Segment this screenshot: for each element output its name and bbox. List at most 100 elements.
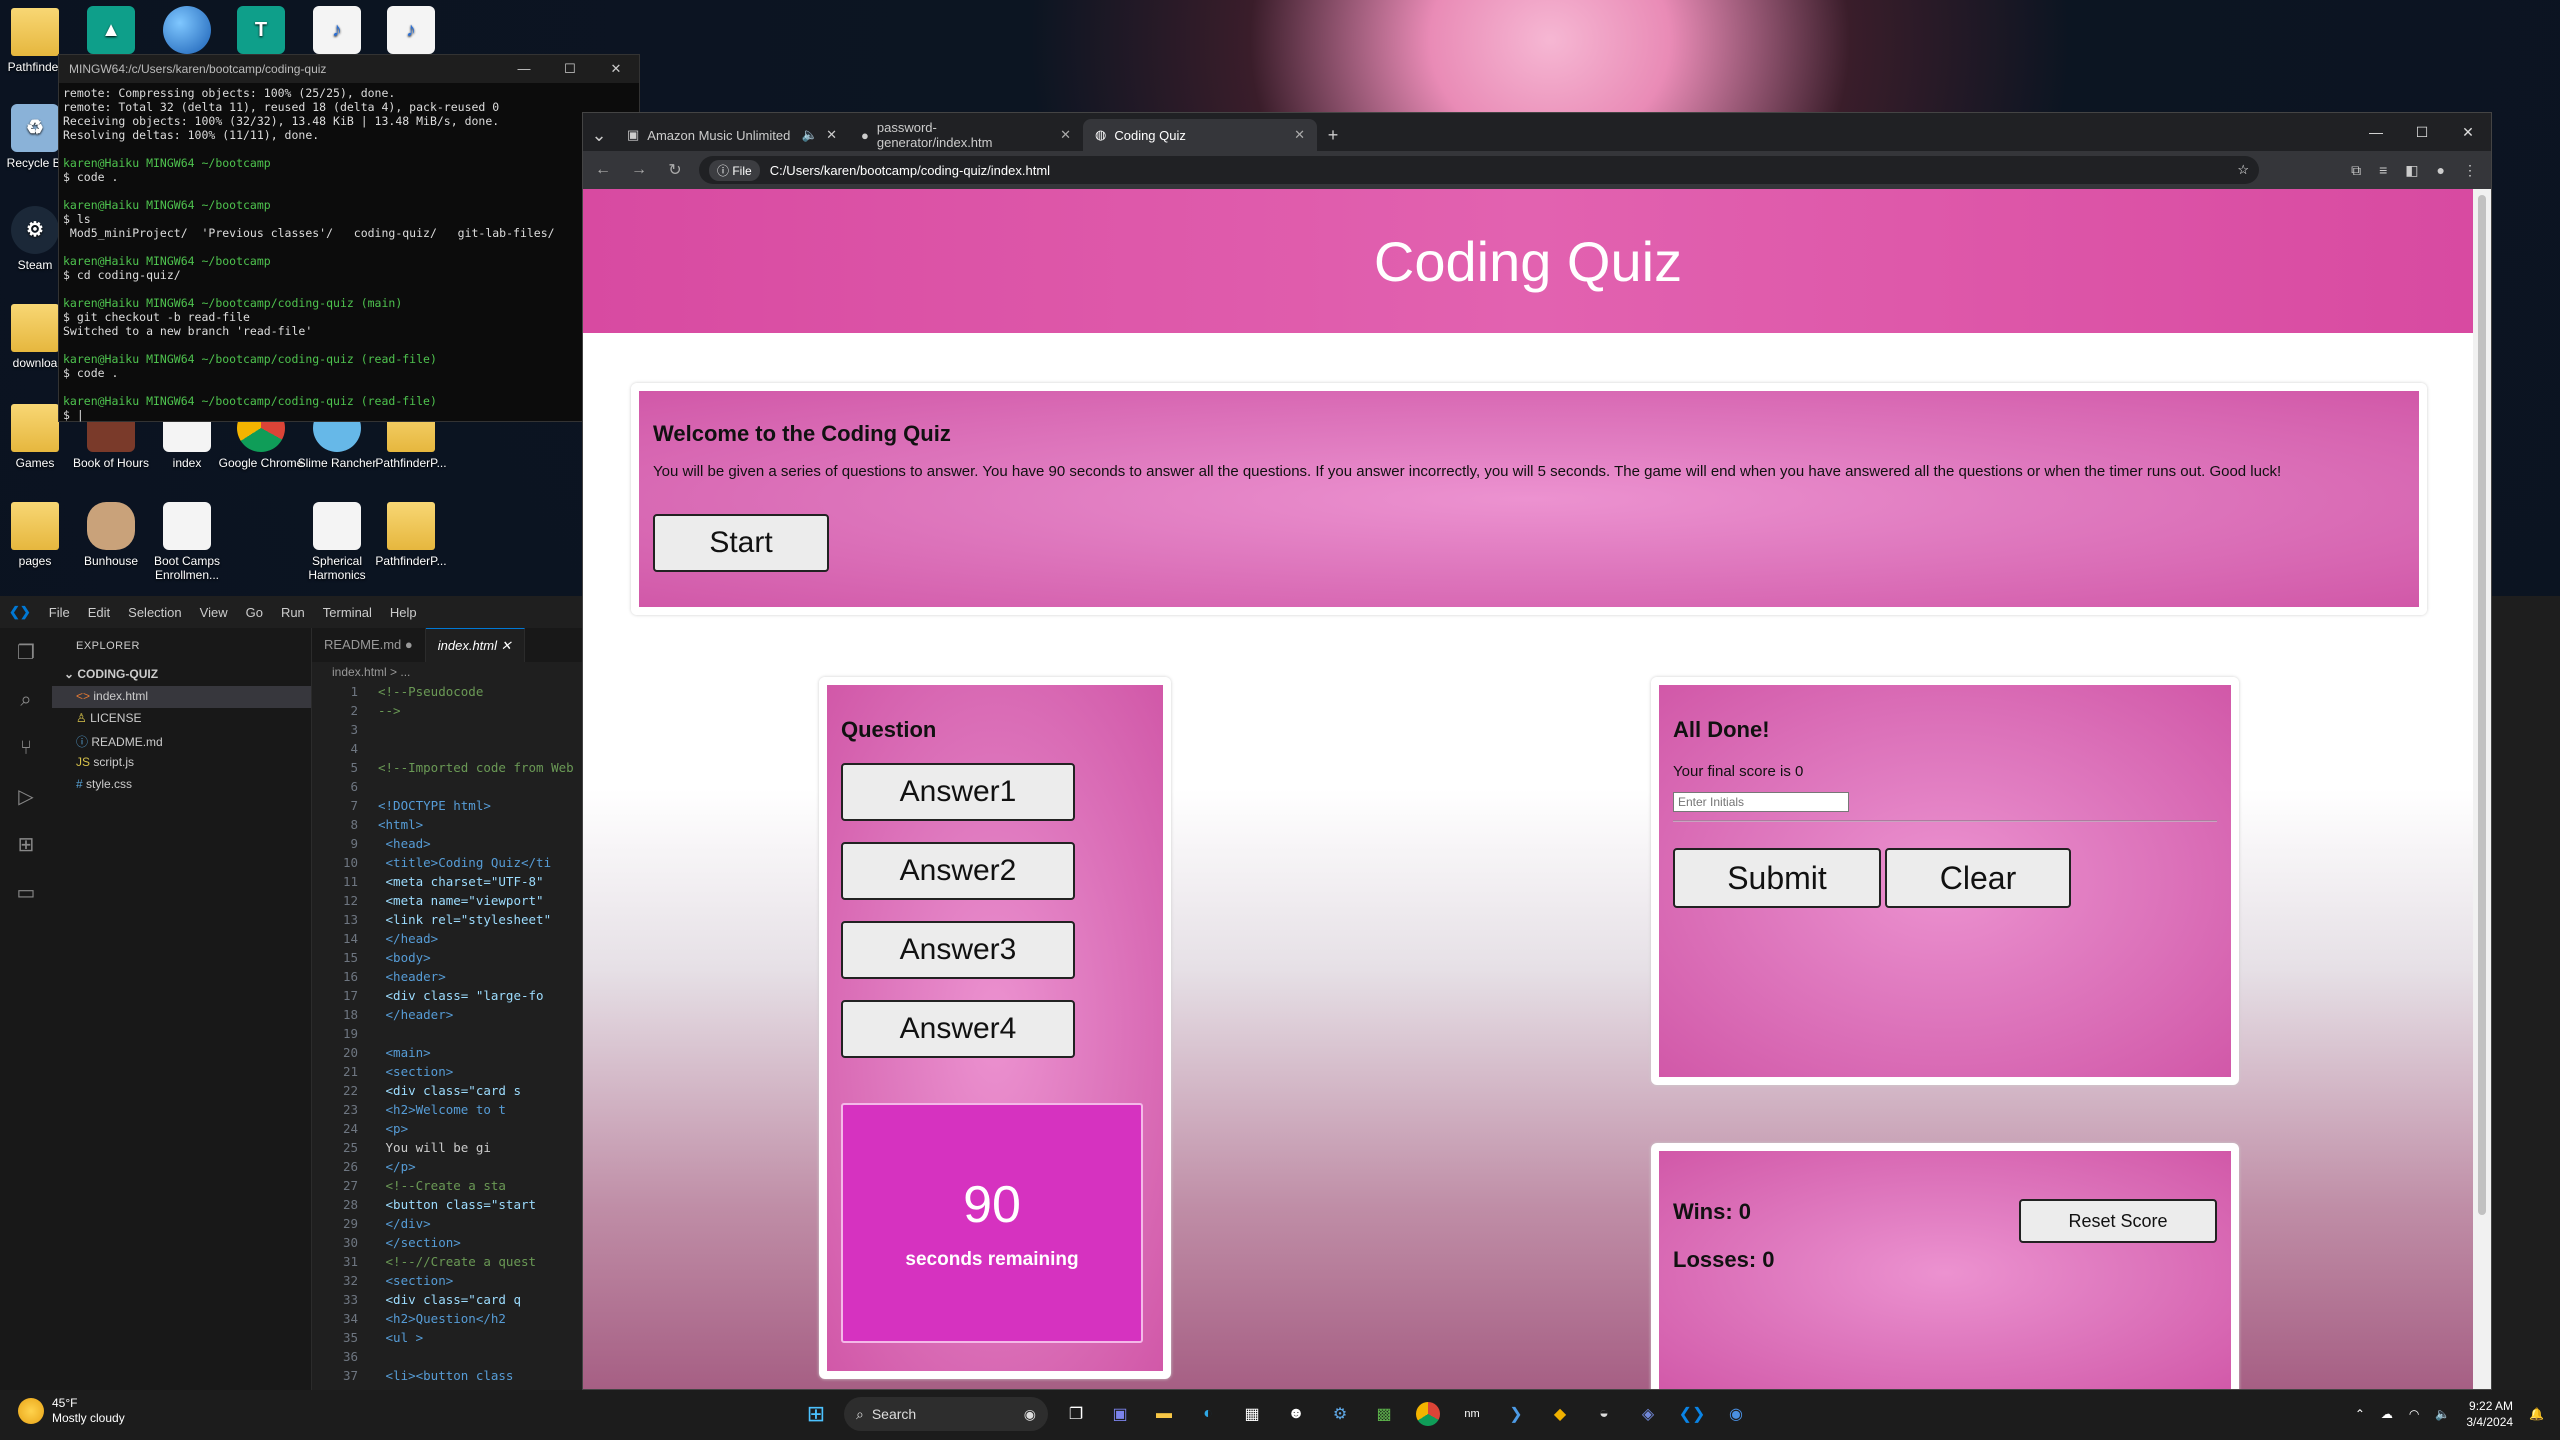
menu-go[interactable]: Go	[237, 605, 272, 620]
profile-avatar[interactable]: ●	[2437, 162, 2445, 179]
address-bar[interactable]: ⓘ File C:/Users/karen/bootcamp/coding-qu…	[699, 156, 2259, 184]
weather-widget[interactable]: 45°F Mostly cloudy	[18, 1396, 125, 1426]
vscode-icon[interactable]: ❮❯	[1676, 1398, 1708, 1430]
clear-button[interactable]: Clear	[1885, 848, 2071, 908]
chrome-icon[interactable]	[1412, 1398, 1444, 1430]
run-debug-icon[interactable]: ▷	[0, 772, 52, 820]
menu-file[interactable]: File	[40, 605, 79, 620]
menu-help[interactable]: Help	[381, 605, 426, 620]
file-explorer-icon[interactable]: ▬	[1148, 1398, 1180, 1430]
menu-selection[interactable]: Selection	[119, 605, 190, 620]
taskbar-search[interactable]: ⌕ Search ◉	[844, 1397, 1048, 1431]
close-icon[interactable]: ✕	[593, 61, 639, 77]
maximize-icon[interactable]: ☐	[547, 61, 593, 77]
git-bash-icon[interactable]: ◆	[1544, 1398, 1576, 1430]
file-license[interactable]: ♙ LICENSE	[52, 708, 311, 730]
vscode-window[interactable]: ❮❯ File Edit Selection View Go Run Termi…	[0, 596, 588, 1390]
menu-run[interactable]: Run	[272, 605, 314, 620]
media-controls-icon[interactable]: ≡	[2379, 162, 2387, 179]
forward-icon[interactable]: →	[627, 161, 651, 179]
powershell-icon[interactable]: ❯	[1500, 1398, 1532, 1430]
store-icon[interactable]: ▦	[1236, 1398, 1268, 1430]
terminal-window[interactable]: MINGW64:/c/Users/karen/bootcamp/coding-q…	[58, 54, 640, 422]
background-window-edge	[2492, 596, 2560, 1390]
source-control-icon[interactable]: ⑂	[0, 724, 52, 772]
menu-edit[interactable]: Edit	[79, 605, 119, 620]
alien-icon[interactable]: ☻	[1280, 1398, 1312, 1430]
code-text: <!--Pseudocode	[378, 684, 484, 699]
steam-icon[interactable]: ⚙	[1324, 1398, 1356, 1430]
quiz-header: Coding Quiz	[583, 189, 2473, 333]
notification-bell-icon[interactable]: 🔔	[2529, 1407, 2544, 1421]
desktop-icon-mp3-2[interactable]: ♪	[366, 6, 456, 58]
close-tab-icon[interactable]: ✕	[1060, 127, 1071, 143]
submit-button[interactable]: Submit	[1673, 848, 1881, 908]
search-icon[interactable]: ⌕	[0, 676, 52, 724]
discord-icon[interactable]: ◈	[1632, 1398, 1664, 1430]
remote-explorer-icon[interactable]: ▭	[0, 868, 52, 916]
bookmark-star-icon[interactable]: ☆	[2237, 162, 2249, 178]
answer-button-1[interactable]: Answer1	[841, 763, 1075, 821]
onedrive-cloud-icon[interactable]: ☁	[2381, 1407, 2393, 1421]
browser-tab-amazon-music[interactable]: ▣ Amazon Music Unlimited 🔈 ✕	[615, 119, 849, 151]
wifi-icon[interactable]: ◠	[2409, 1407, 2419, 1421]
file-readme[interactable]: ⓘ README.md	[52, 730, 311, 752]
vscode-menubar: ❮❯ File Edit Selection View Go Run Termi…	[0, 596, 588, 628]
reset-score-button[interactable]: Reset Score	[2019, 1199, 2217, 1243]
minecraft-icon[interactable]: ▩	[1368, 1398, 1400, 1430]
extensions-icon[interactable]: ⊞	[0, 820, 52, 868]
close-tab-icon[interactable]: ✕	[1294, 127, 1305, 143]
answer-button-3[interactable]: Answer3	[841, 921, 1075, 979]
answer-button-2[interactable]: Answer2	[841, 842, 1075, 900]
minimize-icon[interactable]: —	[2353, 124, 2399, 140]
new-tab-button[interactable]: +	[1317, 119, 1349, 151]
file-script-js[interactable]: JS script.js	[52, 752, 311, 774]
desktop-icon-pathfinderp-2[interactable]: PathfinderP...	[366, 502, 456, 568]
browser-window[interactable]: ⌄ ▣ Amazon Music Unlimited 🔈 ✕ ● passwor…	[582, 112, 2492, 1390]
explorer-icon[interactable]: ❐	[0, 628, 52, 676]
breadcrumb[interactable]: index.html > ...	[312, 662, 588, 682]
chevron-up-icon[interactable]: ⌃	[2355, 1407, 2365, 1421]
desktop-icon-boot-camps[interactable]: Boot Camps Enrollmen...	[142, 502, 232, 582]
start-windows-icon[interactable]: ⊞	[800, 1398, 832, 1430]
answer-button-4[interactable]: Answer4	[841, 1000, 1075, 1058]
tab-search-icon[interactable]: ⌄	[583, 119, 615, 151]
app-mm-icon[interactable]: nm	[1456, 1398, 1488, 1430]
page-viewport[interactable]: Coding Quiz Welcome to the Coding Quiz Y…	[583, 189, 2473, 1389]
menu-terminal[interactable]: Terminal	[314, 605, 381, 620]
page-scrollbar[interactable]	[2473, 189, 2491, 1389]
volume-icon[interactable]: 🔈	[2435, 1407, 2450, 1421]
reload-icon[interactable]: ↻	[663, 160, 687, 180]
start-button[interactable]: Start	[653, 514, 829, 572]
terminal-titlebar[interactable]: MINGW64:/c/Users/karen/bootcamp/coding-q…	[59, 55, 639, 83]
side-panel-icon[interactable]: ◧	[2405, 162, 2418, 179]
more-menu-icon[interactable]: ⋮	[2463, 162, 2477, 179]
browser-tab-password-generator[interactable]: ● password-generator/index.htm ✕	[849, 119, 1083, 151]
close-icon[interactable]: ✕	[2445, 124, 2491, 141]
scrollbar-thumb[interactable]	[2478, 195, 2486, 1215]
browser-tab-coding-quiz[interactable]: ◍ Coding Quiz ✕	[1083, 119, 1317, 151]
chat-icon[interactable]: ▣	[1104, 1398, 1136, 1430]
terminal-output[interactable]: remote: Compressing objects: 100% (25/25…	[59, 83, 639, 425]
file-index-html[interactable]: <> index.html	[52, 686, 311, 708]
tab-index-html[interactable]: index.html ✕	[425, 628, 525, 662]
tab-readme[interactable]: README.md ●	[312, 628, 426, 662]
close-tab-icon[interactable]: ✕	[826, 127, 837, 143]
menu-view[interactable]: View	[191, 605, 237, 620]
extensions-icon[interactable]: ⧉	[2351, 162, 2361, 179]
minimize-icon[interactable]: —	[501, 61, 547, 77]
code-editor[interactable]: 1 <!--Pseudocode 2 --> 3 4 5 <!--Imported code …	[312, 682, 588, 1385]
edge-icon[interactable]: ◐	[1192, 1398, 1224, 1430]
file-style-css[interactable]: # style.css	[52, 774, 311, 796]
site-info-chip[interactable]: ⓘ File	[709, 159, 760, 181]
system-clock[interactable]: 9:22 AM 3/4/2024	[2466, 1398, 2513, 1430]
back-icon[interactable]: ←	[591, 161, 615, 179]
initials-input[interactable]	[1673, 792, 1849, 812]
editor-area[interactable]: README.md ● index.html ✕ index.html > ..…	[312, 628, 588, 1390]
folder-coding-quiz[interactable]: ⌄ CODING-QUIZ	[52, 664, 311, 686]
zoom-icon[interactable]: ◉	[1720, 1398, 1752, 1430]
audio-icon[interactable]: 🔈	[802, 127, 818, 143]
app-tray-icon[interactable]: ◒	[1588, 1398, 1620, 1430]
task-view-icon[interactable]: ❐	[1060, 1398, 1092, 1430]
maximize-icon[interactable]: ☐	[2399, 124, 2445, 141]
